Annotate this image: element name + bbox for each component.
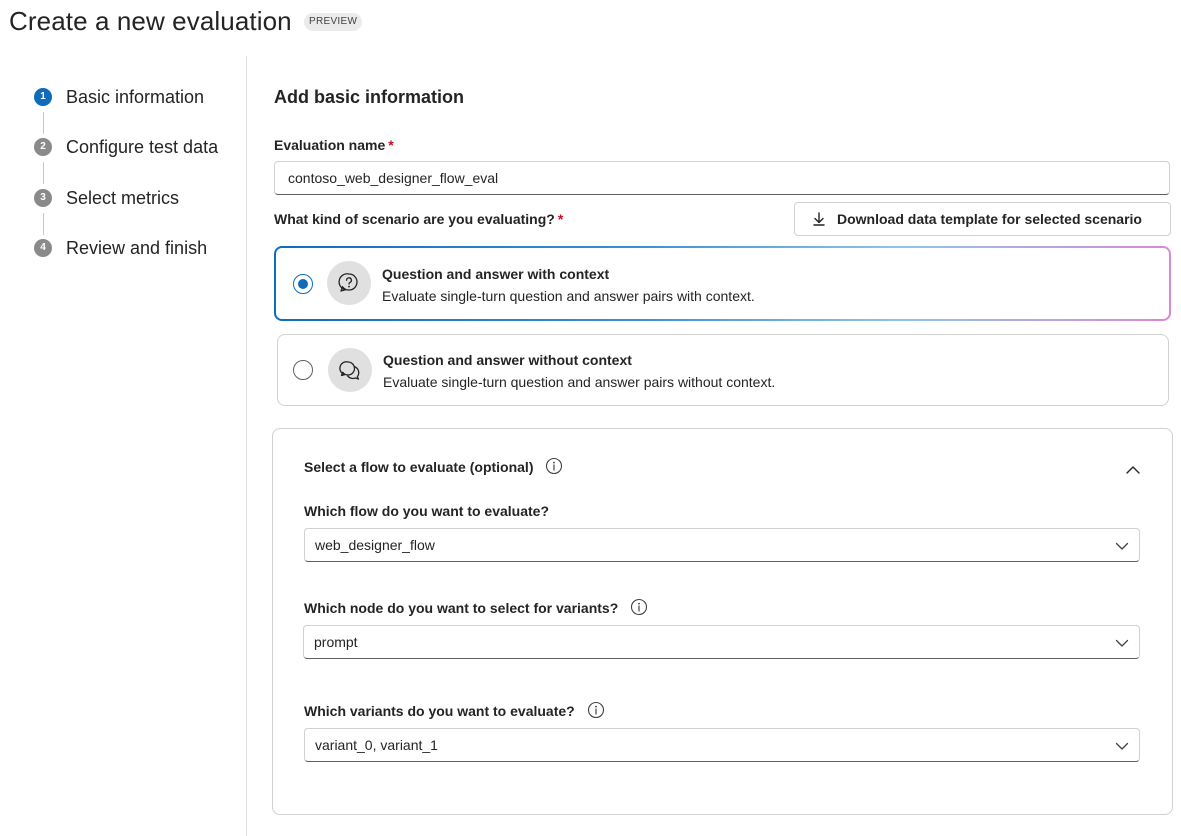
page-title: Create a new evaluation	[9, 6, 292, 36]
step-connector	[43, 112, 44, 134]
label-text: Evaluation name	[274, 137, 386, 153]
scenario-title: Question and answer without context	[383, 352, 632, 368]
evaluation-name-label: Evaluation name *	[274, 137, 394, 153]
info-icon[interactable]	[630, 598, 648, 616]
label-text: Which variants do you want to evaluate?	[304, 703, 575, 719]
download-button-label: Download data template for selected scen…	[837, 211, 1142, 227]
variants-label: Which variants do you want to evaluate?	[304, 701, 605, 719]
section-title: Add basic information	[274, 87, 465, 107]
required-mark: *	[388, 137, 394, 153]
variants-dropdown-value: variant_0, variant_1	[315, 737, 438, 753]
flow-panel-title: Select a flow to evaluate (optional)	[304, 457, 563, 475]
step-configure-test-data[interactable]: 2 Configure test data	[34, 136, 234, 158]
chevron-down-icon	[1115, 639, 1129, 647]
variants-dropdown[interactable]: variant_0, variant_1	[304, 728, 1140, 762]
chevron-down-icon	[1115, 542, 1129, 550]
required-mark: *	[557, 211, 564, 227]
evaluation-name-input[interactable]: contoso_web_designer_flow_eval	[274, 161, 1170, 195]
step-number: 4	[34, 239, 52, 257]
download-icon	[813, 212, 825, 226]
chat-multiple-icon	[328, 348, 372, 392]
step-number: 1	[34, 88, 52, 106]
step-label: Select metrics	[66, 188, 180, 208]
node-dropdown-value: prompt	[314, 634, 358, 650]
scenario-label: What kind of scenario are you evaluating…	[274, 211, 563, 227]
step-label: Configure test data	[66, 137, 219, 157]
scenario-description: Evaluate single-turn question and answer…	[383, 374, 776, 390]
step-select-metrics[interactable]: 3 Select metrics	[34, 187, 234, 209]
scenario-card-without-context[interactable]: Question and answer without context Eval…	[277, 334, 1169, 406]
node-label: Which node do you want to select for var…	[304, 598, 648, 616]
step-connector	[43, 162, 44, 184]
scenario-card-with-context[interactable]: Question and answer with context Evaluat…	[274, 246, 1171, 321]
radio-without-context[interactable]	[293, 360, 313, 380]
step-basic-information[interactable]: 1 Basic information	[34, 86, 234, 108]
radio-with-context[interactable]	[293, 274, 313, 294]
scenario-title: Question and answer with context	[382, 266, 610, 282]
step-label: Basic information	[66, 87, 205, 107]
flow-dropdown[interactable]: web_designer_flow	[304, 528, 1140, 562]
vertical-divider	[246, 56, 247, 836]
preview-badge: PREVIEW	[304, 13, 363, 31]
info-icon[interactable]	[545, 457, 563, 475]
step-number: 2	[34, 138, 52, 156]
chat-question-icon	[327, 261, 371, 305]
flow-label: Which flow do you want to evaluate?	[304, 503, 550, 519]
label-text: What kind of scenario are you evaluating…	[274, 211, 555, 227]
label-text: Select a flow to evaluate (optional)	[304, 459, 534, 475]
step-review-and-finish[interactable]: 4 Review and finish	[34, 237, 234, 259]
node-dropdown[interactable]: prompt	[303, 625, 1140, 659]
label-text: Which node do you want to select for var…	[304, 600, 619, 616]
flow-dropdown-value: web_designer_flow	[315, 537, 435, 553]
step-connector	[43, 213, 44, 235]
step-number: 3	[34, 189, 52, 207]
chevron-up-icon[interactable]	[1125, 462, 1141, 478]
download-template-button[interactable]: Download data template for selected scen…	[794, 202, 1171, 236]
chevron-down-icon	[1115, 742, 1129, 750]
step-label: Review and finish	[66, 238, 208, 258]
scenario-description: Evaluate single-turn question and answer…	[382, 288, 755, 304]
info-icon[interactable]	[587, 701, 605, 719]
